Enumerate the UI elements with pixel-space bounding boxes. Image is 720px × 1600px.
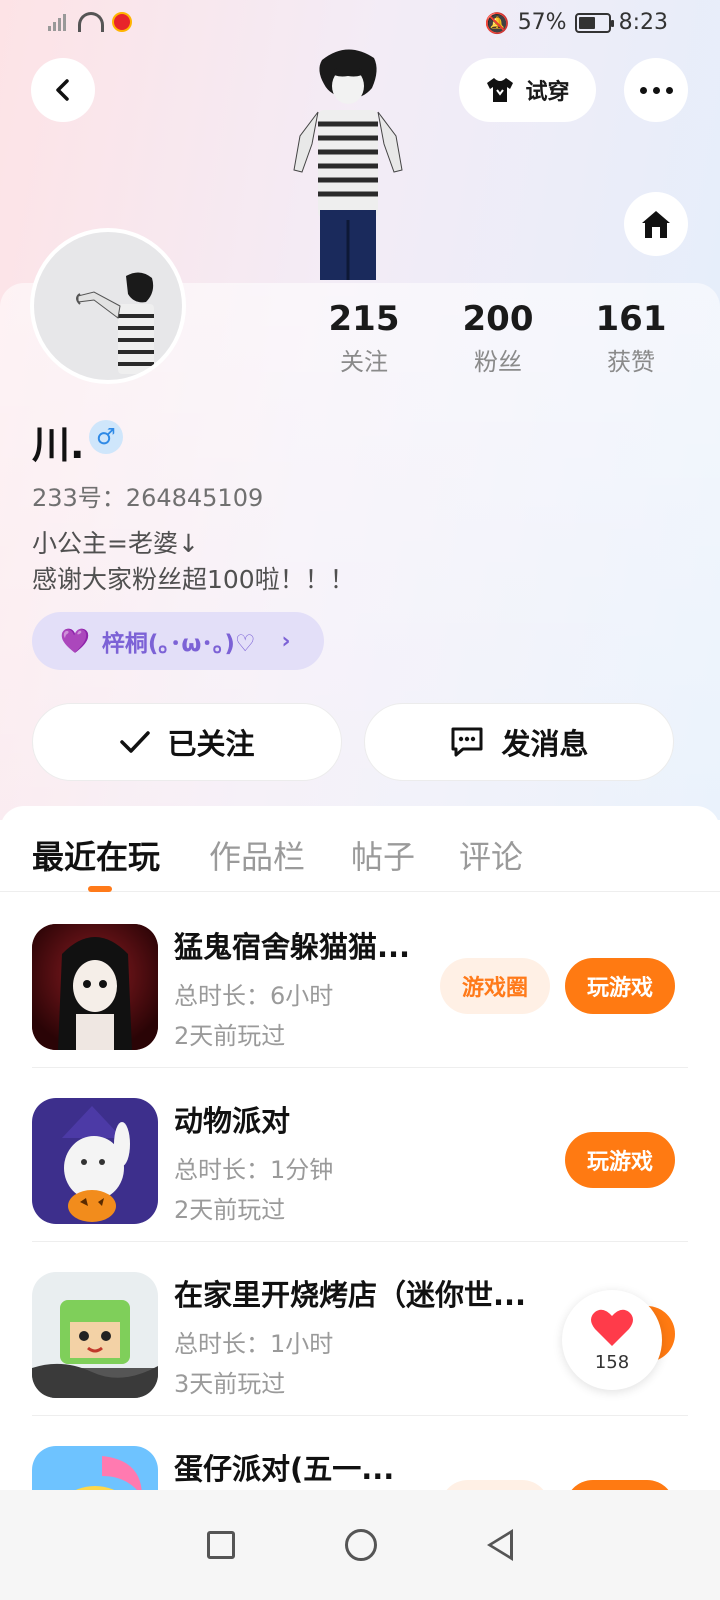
avatar-character-figure (293, 49, 403, 280)
chat-bubble-icon (451, 727, 483, 757)
play-game-button[interactable]: 玩游戏 (565, 1132, 675, 1188)
followed-button[interactable]: 已关注 (32, 703, 342, 781)
game-title: 动物派对 (174, 1104, 291, 1138)
recent-apps-icon[interactable] (207, 1531, 235, 1559)
active-tab-indicator (88, 886, 112, 892)
avatar-image (76, 272, 154, 374)
more-dots-icon (639, 86, 673, 94)
double-heart-icon: 💜 (60, 627, 90, 655)
home-icon (642, 211, 670, 238)
home-button[interactable] (624, 192, 688, 256)
stat-likes[interactable]: 161 获赞 (576, 298, 686, 384)
male-gender-icon: ♂ (89, 420, 123, 454)
partner-tag[interactable]: 💜 梓桐(｡･ω･｡)♡ › (32, 612, 324, 670)
partner-tag-label: 梓桐(｡･ω･｡)♡ (101, 631, 256, 657)
bio-line: 小公主=老婆↓ (32, 529, 199, 558)
game-circle-button[interactable]: 游戏圈 (440, 958, 550, 1014)
clock: 8:23 (618, 10, 668, 35)
back-button[interactable] (31, 58, 95, 122)
game-icon (32, 924, 158, 1050)
heart-icon (591, 1309, 633, 1346)
battery-icon (574, 12, 614, 33)
followers-count: 200 (462, 299, 534, 339)
try-on-button[interactable]: 试穿 (459, 58, 596, 122)
likes-count: 161 (595, 299, 667, 339)
try-on-label: 试穿 (525, 80, 570, 105)
tshirt-icon (487, 78, 514, 102)
stat-following[interactable]: 215 关注 (309, 298, 419, 384)
tab-comments[interactable]: 评论 (459, 832, 523, 878)
no-signal-icon (48, 13, 70, 31)
tab-posts[interactable]: 帖子 (351, 832, 415, 878)
game-duration: 总时长：1分钟 (174, 1156, 334, 1184)
game-duration: 总时长：1小时 (174, 1330, 334, 1358)
play-game-button[interactable]: 玩游戏 (565, 958, 675, 1014)
home-nav-icon[interactable] (345, 1529, 377, 1561)
game-last-played: 2天前玩过 (174, 1196, 286, 1224)
game-title: 在家里开烧烤店（迷你世... (174, 1278, 527, 1312)
tab-works[interactable]: 作品栏 (209, 832, 305, 878)
followers-label: 粉丝 (474, 348, 522, 376)
game-row[interactable]: 猛鬼宿舍躲猫猫... 总时长：6小时 2天前玩过 游戏圈 玩游戏 (32, 894, 688, 1068)
battery-percent: 57% (517, 10, 567, 35)
likes-label: 获赞 (607, 348, 655, 376)
bio: 小公主=老婆↓ 感谢大家粉丝超100啦！！！ (32, 526, 355, 598)
checkmark-icon (120, 731, 151, 753)
like-count: 158 (594, 1351, 630, 1373)
profile-avatar[interactable] (30, 228, 186, 384)
chevron-right-icon: › (281, 628, 291, 654)
system-navigation-bar (0, 1490, 720, 1600)
game-icon (32, 1098, 158, 1224)
app-notification-icon (112, 12, 132, 32)
followed-label: 已关注 (167, 727, 255, 761)
game-icon (32, 1272, 158, 1398)
game-row[interactable]: 动物派对 总时长：1分钟 2天前玩过 玩游戏 (32, 1068, 688, 1242)
send-message-label: 发消息 (501, 727, 589, 761)
mute-bell-icon: 🔕 (484, 10, 510, 35)
user-id: 233号：264845109 (32, 484, 264, 512)
game-last-played: 2天前玩过 (174, 1022, 286, 1050)
tab-recently-played[interactable]: 最近在玩 (32, 832, 160, 878)
following-label: 关注 (340, 348, 388, 376)
wifi-icon (78, 12, 104, 32)
floating-like-button[interactable]: 158 (562, 1290, 662, 1390)
tab-bar: 最近在玩 作品栏 帖子 评论 (0, 820, 720, 892)
bio-line: 感谢大家粉丝超100啦！！！ (32, 565, 355, 594)
chevron-left-icon (56, 79, 69, 101)
back-nav-icon[interactable] (487, 1529, 513, 1561)
username: 川. (32, 423, 85, 467)
send-message-button[interactable]: 发消息 (364, 703, 674, 781)
following-count: 215 (328, 299, 400, 339)
stat-followers[interactable]: 200 粉丝 (443, 298, 553, 384)
more-options-button[interactable] (624, 58, 688, 122)
game-last-played: 3天前玩过 (174, 1370, 286, 1398)
game-duration: 总时长：6小时 (174, 982, 334, 1010)
